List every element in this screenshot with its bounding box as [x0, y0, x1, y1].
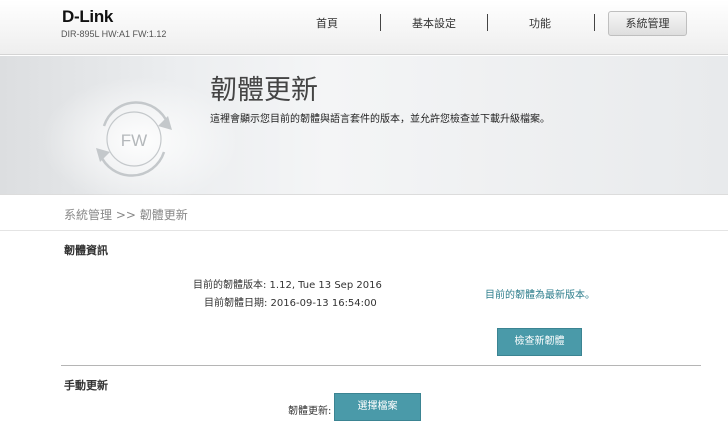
section-divider [61, 365, 701, 366]
firmware-refresh-icon: FW [96, 101, 172, 177]
top-header: D-Link DIR-895L HW:A1 FW:1.12 首頁 基本設定 功能… [0, 0, 728, 55]
dlink-logo: D-Link [62, 7, 114, 26]
page-title: 韌體更新 [210, 75, 318, 106]
current-firmware-date: 目前韌體日期: 2016-09-13 16:54:00 [204, 298, 377, 309]
divider [0, 230, 728, 231]
nav-features[interactable]: 功能 [518, 15, 562, 31]
firmware-status-message: 目前的韌體為最新版本。 [485, 290, 595, 301]
nav-separator [380, 14, 381, 31]
nav-management[interactable]: 系統管理 [608, 11, 687, 36]
current-firmware-version: 目前的韌體版本: 1.12, Tue 13 Sep 2016 [193, 280, 382, 291]
model-info: DIR-895L HW:A1 FW:1.12 [61, 29, 167, 39]
fw-icon-label: FW [121, 131, 147, 150]
page-banner: FW 韌體更新 這裡會顯示您目前的韌體與語言套件的版本，並允許您檢查並下載升級檔… [0, 56, 728, 206]
firmware-info-heading: 韌體資訊 [64, 244, 108, 257]
nav-separator [487, 14, 488, 31]
nav-settings[interactable]: 基本設定 [402, 15, 466, 31]
firmware-upgrade-label: 韌體更新: [288, 406, 332, 417]
nav-home[interactable]: 首頁 [306, 15, 348, 31]
breadcrumb: 系統管理 >> 韌體更新 [64, 208, 188, 222]
page-description: 這裡會顯示您目前的韌體與語言套件的版本，並允許您檢查並下載升級檔案。 [210, 114, 550, 125]
nav-separator [594, 14, 595, 31]
choose-file-button[interactable]: 選擇檔案 [334, 393, 421, 421]
check-new-firmware-button[interactable]: 檢查新韌體 [497, 328, 582, 356]
manual-upgrade-heading: 手動更新 [64, 379, 108, 392]
